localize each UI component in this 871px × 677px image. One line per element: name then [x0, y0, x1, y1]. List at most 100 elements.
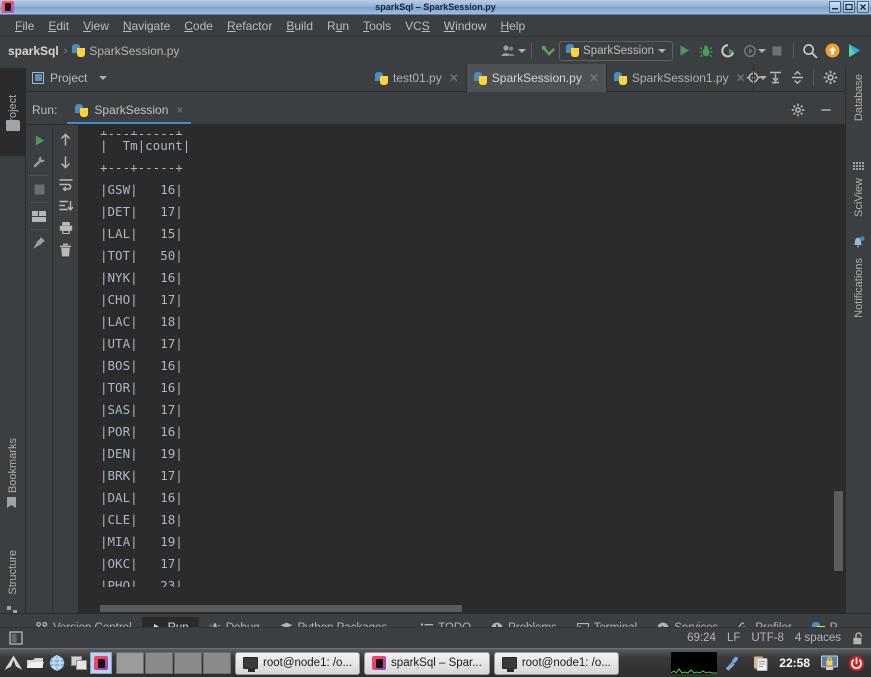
- breadcrumb-project[interactable]: sparkSql: [8, 44, 59, 58]
- editor-tab-sparksession1[interactable]: SparkSession1.py ✕: [607, 64, 754, 92]
- layout-icon[interactable]: [27, 205, 51, 227]
- sidebar-item-sciview[interactable]: SciView: [846, 178, 871, 217]
- run-configuration-label: SparkSession: [583, 44, 654, 57]
- taskbar-window-intellij[interactable]: sparkSql – Spar...: [364, 651, 490, 675]
- unlock-icon[interactable]: [852, 631, 864, 645]
- soft-wrap-icon[interactable]: [54, 173, 78, 195]
- ide-feature-icon[interactable]: [843, 40, 865, 62]
- workspace-pager: [116, 652, 231, 674]
- menu-navigate[interactable]: Navigate: [116, 16, 177, 36]
- close-icon[interactable]: ✕: [736, 71, 746, 85]
- project-chevron-icon[interactable]: [99, 75, 108, 80]
- run-tab-sparksession[interactable]: SparkSession ×: [67, 96, 192, 124]
- menu-view[interactable]: View: [76, 16, 116, 36]
- maximize-button[interactable]: [843, 1, 855, 13]
- scroll-to-end-icon[interactable]: [54, 195, 78, 217]
- search-icon[interactable]: [799, 40, 821, 62]
- menu-edit[interactable]: Edit: [41, 16, 76, 36]
- menu-file[interactable]: FFileile: [8, 16, 41, 36]
- workspace-page-4[interactable]: [203, 652, 231, 674]
- console-horizontal-scrollbar-track[interactable]: [78, 604, 845, 613]
- files-icon[interactable]: [24, 652, 46, 674]
- menu-code[interactable]: Code: [177, 16, 220, 36]
- close-button[interactable]: [857, 1, 869, 13]
- windows-icon[interactable]: [68, 652, 90, 674]
- close-icon[interactable]: ✕: [449, 71, 459, 85]
- menu-tools[interactable]: Tools: [356, 16, 398, 36]
- browser-icon[interactable]: [46, 652, 68, 674]
- menu-window[interactable]: Window: [437, 16, 494, 36]
- caret-position[interactable]: 69:24: [687, 632, 716, 644]
- console-vertical-scrollbar[interactable]: [834, 491, 843, 571]
- toolwindow-header: Project test01.py ✕ SparkSession.py ✕ Sp…: [0, 64, 871, 92]
- console-text-area: +---+-----+ | Tm|count| +---+-----+ |GSW…: [78, 125, 845, 587]
- back-arrow-icon[interactable]: [537, 40, 559, 62]
- console-output[interactable]: +---+-----+ | Tm|count| +---+-----+ |GSW…: [78, 125, 845, 613]
- rerun-icon[interactable]: [27, 129, 51, 151]
- run-configuration-selector[interactable]: SparkSession: [559, 40, 673, 61]
- taskbar-window-label: root@node1: /o...: [263, 657, 353, 669]
- run-tab-label: SparkSession: [94, 103, 169, 117]
- menu-run[interactable]: Run: [320, 16, 356, 36]
- print-icon[interactable]: [54, 217, 78, 239]
- project-icon: [32, 71, 44, 84]
- arrow-down-icon[interactable]: [54, 151, 78, 173]
- run-icon[interactable]: [673, 40, 695, 62]
- active-tab-underline: [67, 122, 192, 124]
- hide-icon[interactable]: [815, 99, 837, 121]
- workspace-page-2[interactable]: [145, 652, 173, 674]
- chevron-down-icon[interactable]: [758, 76, 767, 80]
- network-graph[interactable]: [671, 652, 718, 674]
- trash-icon[interactable]: [54, 239, 78, 261]
- clipboard-icon[interactable]: [749, 652, 771, 674]
- profile-chevron-icon[interactable]: [758, 48, 766, 53]
- stop-icon[interactable]: [766, 40, 788, 62]
- run-config-chevron-icon[interactable]: [658, 48, 666, 53]
- workspace-page-3[interactable]: [174, 652, 202, 674]
- indent-setting[interactable]: 4 spaces: [795, 632, 841, 644]
- sidebar-item-database[interactable]: Database: [846, 74, 871, 121]
- menu-refactor[interactable]: Refactor: [220, 16, 279, 36]
- more-vertical-icon[interactable]: ⋮: [769, 72, 782, 85]
- avatar-chevron-icon[interactable]: [518, 48, 527, 53]
- sidebar-item-label: Bookmarks: [7, 437, 19, 493]
- breadcrumb-file[interactable]: SparkSession.py: [89, 44, 179, 58]
- encoding[interactable]: UTF-8: [751, 632, 784, 644]
- minimize-button[interactable]: [829, 1, 841, 13]
- menu-help[interactable]: Help: [493, 16, 532, 36]
- user-avatar-icon[interactable]: [498, 40, 520, 62]
- editor-tab-sparksession[interactable]: SparkSession.py ✕: [466, 64, 607, 92]
- close-icon[interactable]: ×: [176, 103, 183, 117]
- workspace-page-1[interactable]: [116, 652, 144, 674]
- power-icon[interactable]: [845, 652, 867, 674]
- python-config-icon: [566, 44, 580, 57]
- sidebar-item-structure[interactable]: Structure: [0, 550, 26, 595]
- editor-tab-test01[interactable]: test01.py ✕: [368, 64, 467, 92]
- pin-icon[interactable]: [27, 232, 51, 254]
- stop-icon[interactable]: [27, 178, 51, 200]
- sidebar-item-project[interactable]: Project: [0, 68, 26, 156]
- python-file-icon: [375, 71, 388, 85]
- intellij-icon[interactable]: [90, 652, 112, 674]
- console-line: |GSW| 16|: [100, 182, 183, 197]
- debug-icon[interactable]: [695, 40, 717, 62]
- taskbar-window-terminal-2[interactable]: root@node1: /o...: [493, 651, 619, 675]
- gear-icon[interactable]: [787, 99, 809, 121]
- run-coverage-icon[interactable]: [717, 40, 739, 62]
- taskbar-window-terminal-1[interactable]: root@node1: /o...: [235, 651, 361, 675]
- update-icon[interactable]: [821, 40, 843, 62]
- close-icon[interactable]: ✕: [589, 71, 599, 85]
- line-separator[interactable]: LF: [727, 632, 740, 644]
- arch-icon[interactable]: [2, 652, 24, 674]
- main-toolbar: SparkSession: [498, 40, 871, 62]
- project-toolwindow-button[interactable]: Project: [32, 71, 108, 85]
- menu-build[interactable]: Build: [279, 16, 320, 36]
- lock-screen-icon[interactable]: [818, 652, 840, 674]
- microphone-icon[interactable]: [722, 652, 744, 674]
- wrench-icon[interactable]: [27, 151, 51, 173]
- arrow-up-icon[interactable]: [54, 129, 78, 151]
- console-horizontal-scrollbar[interactable]: [100, 605, 462, 612]
- sidebar-item-notifications[interactable]: Notifications: [846, 258, 871, 318]
- menu-vcs[interactable]: VCS: [398, 16, 437, 36]
- sidebar-item-bookmarks[interactable]: Bookmarks: [0, 438, 26, 493]
